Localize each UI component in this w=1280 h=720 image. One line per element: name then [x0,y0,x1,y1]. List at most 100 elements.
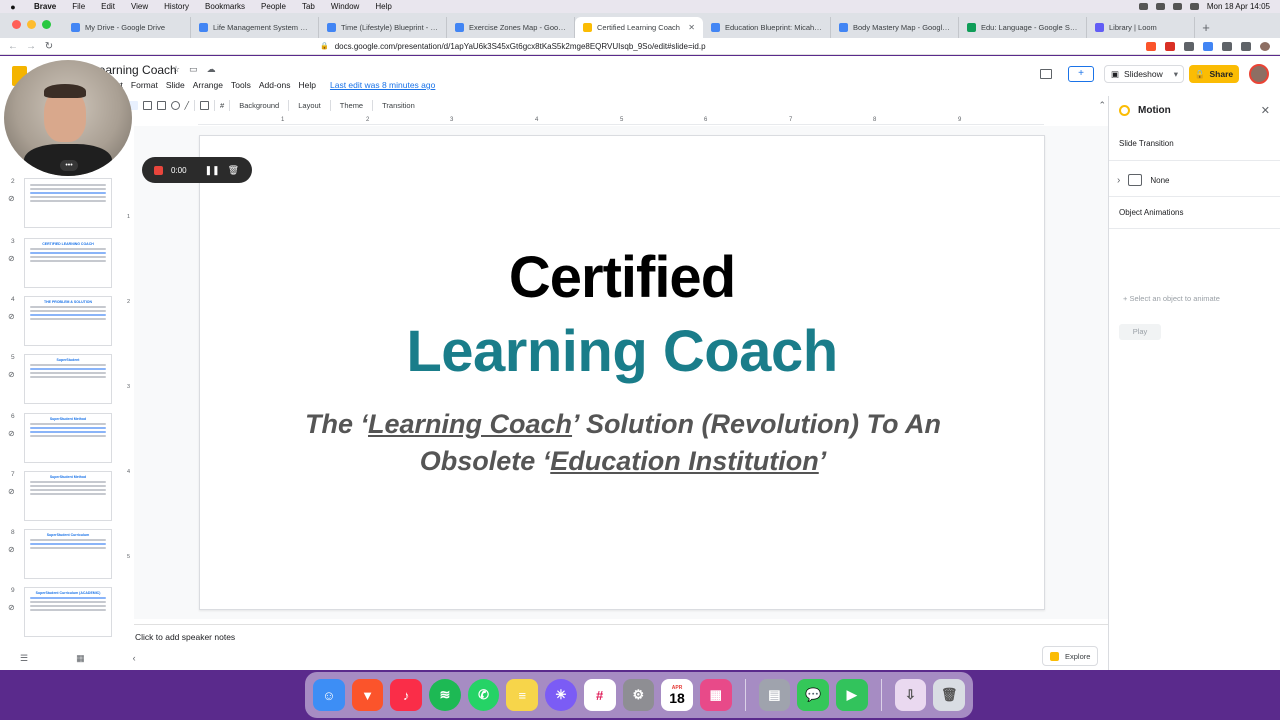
menu-view[interactable]: View [123,2,156,11]
avatar[interactable] [1249,64,1269,84]
spotify-icon[interactable]: ≋ [429,679,461,711]
menu-arrange[interactable]: Arrange [193,80,223,90]
menu-tab[interactable]: Tab [294,2,323,11]
grid-icon[interactable]: # [220,101,224,110]
menu-file[interactable]: File [64,2,93,11]
loom-app-icon[interactable]: ✳ [545,679,577,711]
slide-subtitle[interactable]: The ‘Learning Coach’ Solution (Revolutio… [260,406,986,480]
chevron-down-icon[interactable]: ▾ [1174,69,1183,80]
list-view-icon[interactable]: ☰ [20,653,28,664]
grid-view-icon[interactable]: ▦ [76,653,85,664]
menu-brave[interactable]: Brave [26,2,64,11]
explore-button[interactable]: Explore [1042,646,1098,666]
extension-icon[interactable] [1203,41,1213,51]
menu-history[interactable]: History [156,2,197,11]
comments-icon[interactable] [1040,69,1052,79]
brave-icon[interactable]: ▼ [351,679,384,711]
battery-icon[interactable] [1155,3,1165,10]
slide-thumbnail[interactable]: 2 ⊘ [0,178,122,230]
menu-format[interactable]: Format [131,80,158,90]
slideshow-button[interactable]: ▣ Slideshow ▾ [1104,65,1184,83]
browser-tab[interactable]: Edu: Language - Google Sheets [959,17,1087,38]
slide-thumbnail[interactable]: 5 ⊘ SuperStudent [0,354,122,406]
browser-tab-active[interactable]: Certified Learning Coach ✕ [575,17,703,38]
current-slide[interactable]: Certified Learning Coach The ‘Learning C… [199,135,1045,610]
pause-icon[interactable]: ❚❚ [205,165,220,176]
extension-icon[interactable] [1184,41,1194,51]
puzzle-icon[interactable] [1222,41,1232,51]
move-folder-icon[interactable]: ▭ [189,64,198,75]
music-icon[interactable]: ♪ [390,679,423,711]
layout-button[interactable]: Layout [294,101,325,110]
slide-thumbnail[interactable]: 9 ⊘ SuperStudent Curriculum (ACADEMIC) [0,587,122,639]
transition-button[interactable]: Transition [378,101,419,110]
menu-edit[interactable]: Edit [93,2,123,11]
minimize-window-button[interactable] [27,20,36,29]
chevron-right-icon[interactable]: › [1117,175,1120,186]
browser-tab[interactable]: Exercise Zones Map - Google Do [447,17,575,38]
messages-icon[interactable]: 💬 [797,679,829,711]
background-button[interactable]: Background [235,101,283,110]
profile-icon[interactable] [1260,41,1270,51]
apple-icon[interactable]: ● [0,2,26,12]
brave-shield-icon[interactable] [1146,41,1156,51]
browser-tab[interactable]: My Drive - Google Drive [63,17,191,38]
back-icon[interactable]: ← [4,41,22,52]
close-tab-icon[interactable]: ✕ [688,23,695,32]
close-window-button[interactable] [12,20,21,29]
collapse-filmstrip-icon[interactable]: ‹ [133,653,136,663]
zoom-window-button[interactable] [42,20,51,29]
slide-thumbnail[interactable]: 6 ⊘ SuperStudent Method [0,413,122,465]
speaker-notes[interactable]: Click to add speaker notes [134,624,1108,646]
extension-icon[interactable] [1165,41,1175,51]
reload-icon[interactable]: ↻ [40,41,58,52]
search-icon[interactable] [1189,3,1199,10]
textbox-icon[interactable] [142,100,152,110]
slide-thumbnail[interactable]: 4 ⊘ THE PROBLEM & SOLUTION [0,296,122,348]
slide-thumbnail[interactable]: 7 ⊘ SuperStudent Method [0,471,122,523]
menu-bookmarks[interactable]: Bookmarks [197,2,253,11]
comment-add-icon[interactable] [200,100,210,110]
trash-icon[interactable]: 🗑 [228,165,239,176]
slide-title-line2[interactable]: Learning Coach [200,318,1044,385]
sidebar-icon[interactable] [1241,41,1251,51]
theme-button[interactable]: Theme [336,101,367,110]
mic-icon[interactable] [1138,3,1148,10]
trash-icon[interactable]: 🗑 [933,679,965,711]
share-button[interactable]: 🔒 Share [1189,65,1239,83]
browser-tab[interactable]: Body Mastery Map - Google Docs [831,17,959,38]
meet-present-button[interactable]: + [1068,66,1094,82]
image-icon[interactable] [156,100,166,110]
star-icon[interactable]: ☆ [172,64,180,75]
system-preferences-icon[interactable]: ⚙ [622,679,655,711]
downloads-icon[interactable]: ⇩ [894,679,927,711]
stop-recording-button[interactable] [154,165,163,175]
notes-icon[interactable]: ≡ [506,679,539,711]
wifi-icon[interactable] [1172,3,1182,10]
shape-icon[interactable] [170,100,180,110]
browser-tab[interactable]: Time (Lifestyle) Blueprint - Goog [319,17,447,38]
slide-title-line1[interactable]: Certified [200,244,1044,311]
finder-icon[interactable]: ☺ [313,679,345,711]
facetime-icon[interactable]: ▶ [835,679,868,711]
menu-help[interactable]: Help [299,80,316,90]
add-animation-hint[interactable]: + Select an object to animate [1123,294,1220,303]
forward-icon[interactable]: → [22,41,40,52]
menu-help[interactable]: Help [367,2,399,11]
close-icon[interactable]: ✕ [1261,104,1270,117]
slack-icon[interactable]: # [583,679,616,711]
whatsapp-icon[interactable]: ✆ [467,679,500,711]
last-edit-link[interactable]: Last edit was 8 minutes ago [330,80,435,90]
menu-people[interactable]: People [253,2,294,11]
transition-selector[interactable]: › None [1117,171,1277,189]
launchpad-icon[interactable]: ▦ [699,679,732,711]
browser-tab[interactable]: Life Management System - Goog [191,17,319,38]
new-tab-button[interactable]: + [1195,20,1217,38]
slide-thumbnail[interactable]: 3 ⊘ CERTIFIED LEARNING COACH [0,238,122,290]
collapse-toolbar-icon[interactable]: ⌃ [1098,100,1106,111]
preview-icon[interactable]: ▤ [758,679,791,711]
cloud-status-icon[interactable]: ☁ [207,64,216,75]
menubar-clock[interactable]: Mon 18 Apr 14:05 [1207,2,1270,11]
menu-window[interactable]: Window [323,2,367,11]
url-field[interactable]: 🔒 docs.google.com/presentation/d/1apYaU6… [320,42,880,51]
